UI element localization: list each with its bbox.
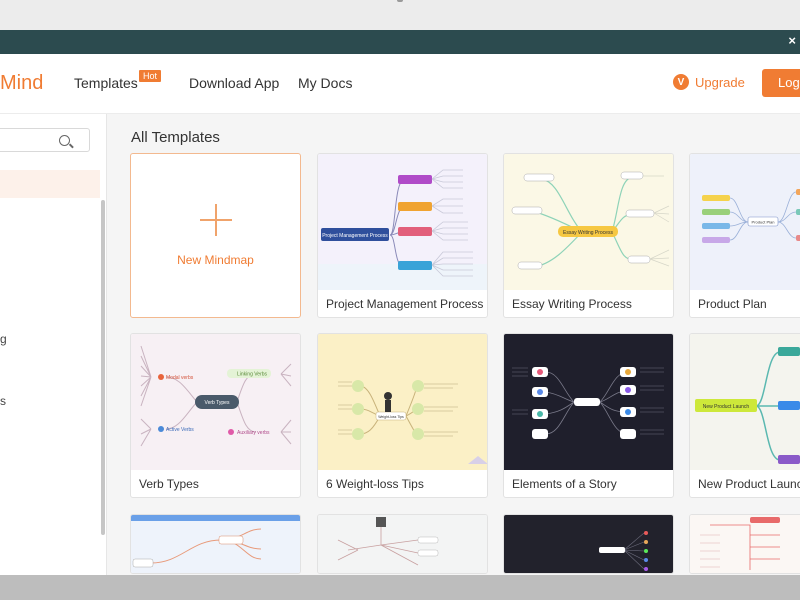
template-card-label: 6 Weight-loss Tips <box>326 477 424 491</box>
template-card-project-management[interactable]: Project Management Process Project Manag… <box>317 153 488 318</box>
template-card-essay-writing[interactable]: Essay Writing Process Essay Writing Proc… <box>503 153 674 318</box>
thumb-root-text: Verb Types <box>205 400 230 406</box>
desktop-top-bar <box>0 0 800 30</box>
upgrade-icon: V <box>673 74 689 90</box>
template-thumbnail <box>131 515 300 573</box>
template-card-verb-types[interactable]: Verb Types Modal verbs Active Verbs Link… <box>130 333 301 498</box>
camera-dot <box>397 0 403 2</box>
hot-badge: Hot <box>139 70 162 82</box>
app-window: × Mind Templates Hot Download App My Doc… <box>0 30 800 575</box>
search-input[interactable] <box>0 128 90 152</box>
sidebar-item-label[interactable]: g <box>0 332 7 346</box>
template-thumbnail: Product Plan <box>690 154 800 290</box>
nav-my-docs[interactable]: My Docs <box>298 75 352 91</box>
nav-download-app[interactable]: Download App <box>189 75 279 91</box>
template-card-elements-of-story[interactable]: Elements of a Story <box>503 333 674 498</box>
sidebar-scrollbar[interactable] <box>101 200 105 535</box>
template-card[interactable] <box>689 514 800 574</box>
template-card-label: Elements of a Story <box>512 477 617 491</box>
template-card[interactable] <box>130 514 301 574</box>
sidebar: g s <box>0 114 107 575</box>
thumb-branch-text: Auxiliary verbs <box>237 430 270 436</box>
new-mindmap-label: New Mindmap <box>177 253 254 267</box>
thumb-root-text: Essay Writing Process <box>563 230 613 236</box>
template-card-label: Verb Types <box>139 477 199 491</box>
template-thumbnail: Verb Types Modal verbs Active Verbs Link… <box>131 334 300 470</box>
template-thumbnail <box>318 515 487 573</box>
close-icon[interactable]: × <box>788 33 796 48</box>
nav-templates[interactable]: Templates <box>74 75 138 91</box>
plus-icon <box>200 204 232 236</box>
template-thumbnail <box>504 334 673 470</box>
top-navbar: Mind Templates Hot Download App My Docs … <box>0 54 800 114</box>
sidebar-item-active[interactable] <box>0 170 100 198</box>
template-card[interactable] <box>317 514 488 574</box>
login-button[interactable]: Login <box>762 69 800 97</box>
window-titlebar: × <box>0 30 800 54</box>
logo[interactable]: Mind <box>0 72 43 95</box>
template-card-label: New Product Launch <box>698 477 800 491</box>
thumb-root-text: New Product Launch <box>703 404 750 410</box>
new-mindmap-card[interactable]: New Mindmap <box>130 153 301 318</box>
template-thumbnail <box>690 515 800 573</box>
template-thumbnail: New Product Launch <box>690 334 800 470</box>
template-card-product-plan[interactable]: Product Plan Product Plan <box>689 153 800 318</box>
template-thumbnail: Project Management Process <box>318 154 487 290</box>
template-card-new-product-launch[interactable]: New Product Launch New Product Launch <box>689 333 800 498</box>
upgrade-link[interactable]: V Upgrade <box>673 74 745 90</box>
template-card-label: Project Management Process <box>326 297 484 311</box>
template-card-weight-loss[interactable]: Weight-loss Tips 6 Weight-loss Tips <box>317 333 488 498</box>
template-thumbnail: Essay Writing Process <box>504 154 673 290</box>
section-title: All Templates <box>131 129 220 146</box>
desktop-bottom-bar <box>0 575 800 600</box>
template-card-label: Product Plan <box>698 297 767 311</box>
template-card[interactable] <box>503 514 674 574</box>
upgrade-label: Upgrade <box>695 74 745 90</box>
thumb-root-text: Weight-loss Tips <box>378 415 404 419</box>
thumb-branch-text: Linking Verbs <box>237 372 268 378</box>
template-card-label: Essay Writing Process <box>512 297 632 311</box>
thumb-root-text: Product Plan <box>752 220 775 225</box>
thumb-root-text: Project Management Process <box>322 233 388 239</box>
template-thumbnail: Weight-loss Tips <box>318 334 487 470</box>
thumb-branch-text: Modal verbs <box>166 375 194 381</box>
search-icon[interactable] <box>59 135 70 146</box>
thumb-branch-text: Active Verbs <box>166 427 194 433</box>
sidebar-item-label[interactable]: s <box>0 394 6 408</box>
template-thumbnail <box>504 515 673 573</box>
main-content: All Templates New Mindmap Project Manage… <box>107 114 800 575</box>
